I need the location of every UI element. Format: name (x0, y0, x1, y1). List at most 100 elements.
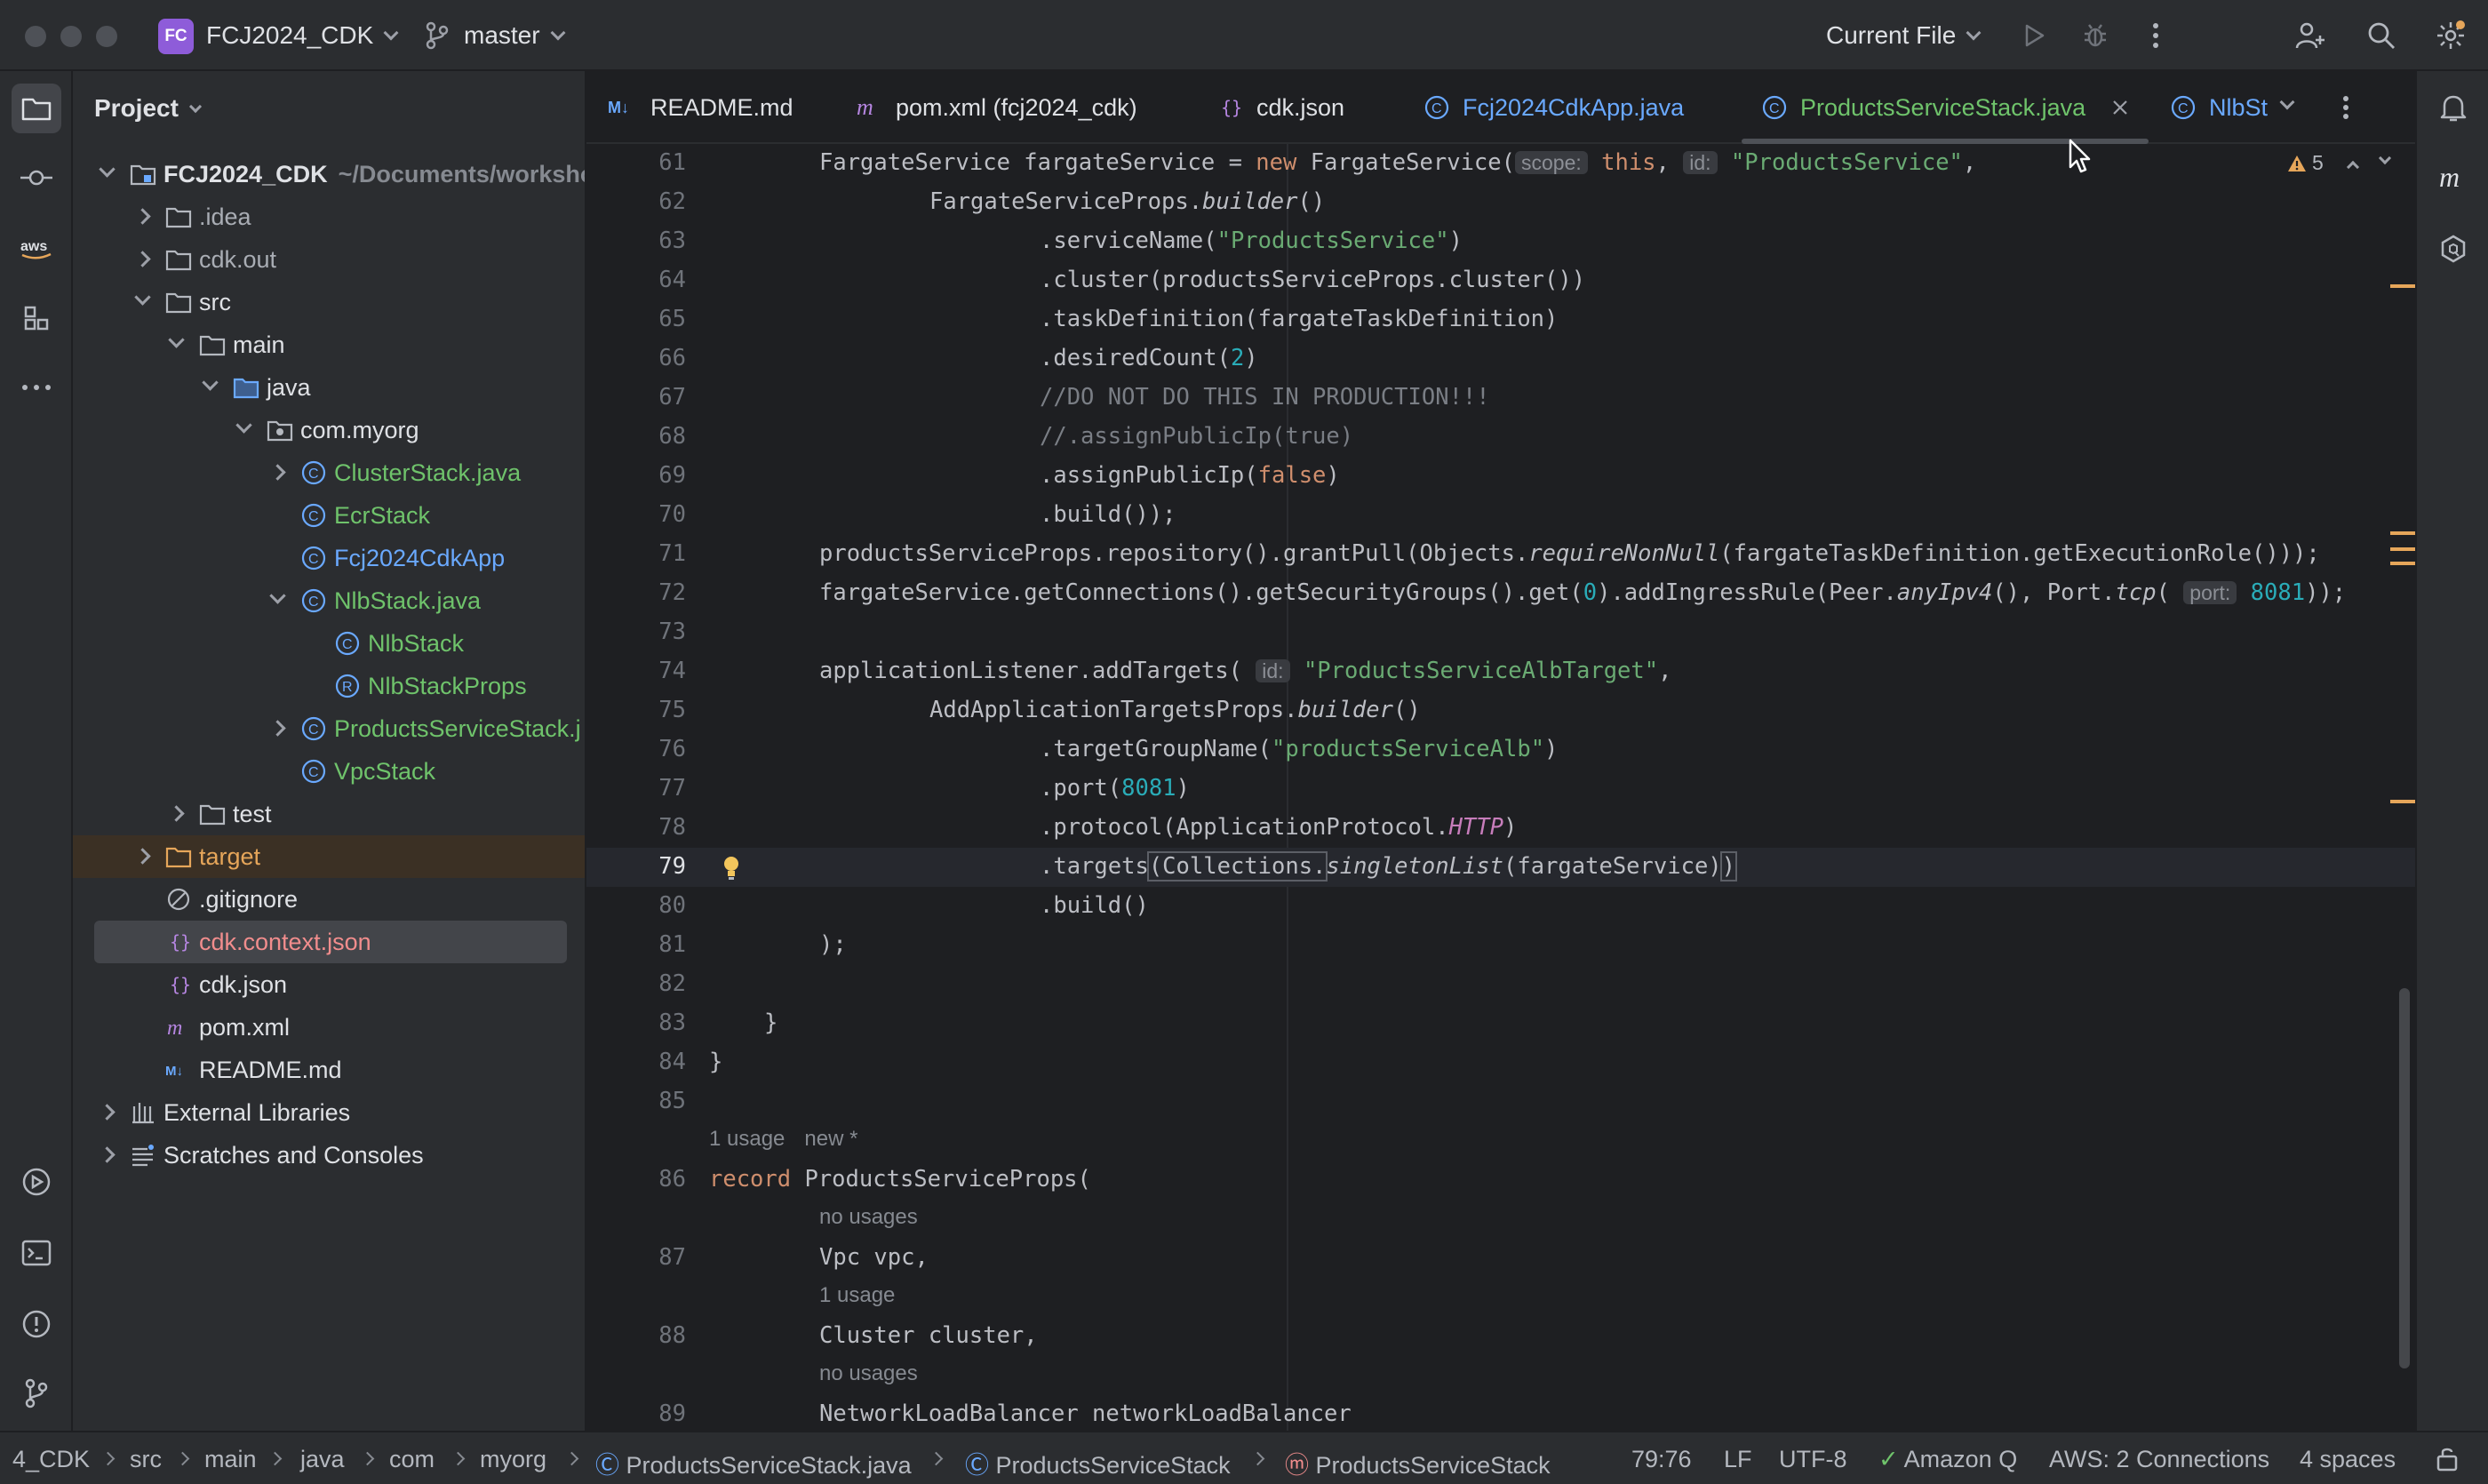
maven-tool-button[interactable]: m (2428, 153, 2478, 203)
breadcrumb-method[interactable]: ⓜ ProductsServiceStack (1285, 1446, 1551, 1480)
code-line[interactable]: 77 .port(8081) (586, 770, 2415, 809)
breadcrumb-item[interactable]: com (389, 1446, 435, 1473)
breadcrumb-item[interactable]: 4_CDK (12, 1446, 90, 1473)
project-tool-button[interactable] (12, 84, 61, 133)
minimize-window-button[interactable] (60, 26, 82, 47)
tree-item-cdk-out[interactable]: cdk.out (73, 238, 585, 281)
run-config-selector[interactable]: Current File (1826, 21, 1982, 50)
lock-icon[interactable] (2435, 1445, 2460, 1478)
code-line[interactable]: 83} (586, 1004, 2415, 1043)
code-line[interactable]: 68//.assignPublicIp(true) (586, 418, 2415, 457)
close-tab-icon[interactable] (2112, 100, 2128, 116)
code-line[interactable]: 87 Vpc vpc, (586, 1239, 2415, 1278)
usage-hint[interactable]: no usages (819, 1205, 918, 1230)
close-window-button[interactable] (25, 26, 46, 47)
tree-item-nlbstack[interactable]: C NlbStack (73, 622, 585, 665)
tree-item-external-libraries[interactable]: External Libraries (73, 1091, 585, 1134)
tab-readme[interactable]: M↓ README.md (608, 71, 793, 144)
problems-tool-button[interactable] (12, 1299, 61, 1349)
tree-item-test[interactable]: test (73, 793, 585, 835)
code-line[interactable]: 64 .cluster(productsServiceProps.cluster(… (586, 261, 2415, 300)
usage-hint[interactable]: 1 usage (819, 1283, 895, 1308)
tab-fcj2024cdkapp[interactable]: C Fcj2024CdkApp.java (1423, 71, 1684, 144)
tree-item-vpcstack[interactable]: C VpcStack (73, 750, 585, 793)
vertical-scrollbar[interactable] (2399, 988, 2410, 1368)
settings-gear-icon[interactable] (2431, 16, 2470, 55)
usage-hint[interactable]: no usages (819, 1361, 918, 1386)
branch-switcher[interactable]: master (464, 21, 566, 50)
code-line[interactable]: 72 fargateService.getConnections().getSec… (586, 574, 2415, 613)
code-line[interactable]: 76 .targetGroupName("productsServiceAlb") (586, 730, 2415, 770)
tree-item-package[interactable]: com.myorg (73, 409, 585, 451)
services-tool-button[interactable] (12, 1157, 61, 1207)
warning-stripe-mark[interactable] (2390, 547, 2415, 551)
commit-tool-button[interactable] (12, 153, 61, 203)
breadcrumb-file[interactable]: Ⓒ ProductsServiceStack.java (595, 1446, 912, 1480)
add-user-icon[interactable] (2291, 16, 2330, 55)
tree-item-ecrstack[interactable]: C EcrStack (73, 494, 585, 537)
tree-item-main[interactable]: main (73, 323, 585, 366)
amazon-q-button[interactable] (2428, 224, 2478, 274)
code-line[interactable]: 86 record ProductsServiceProps( (586, 1161, 2415, 1200)
code-line[interactable]: 63 .serviceName("ProductsService") (586, 222, 2415, 261)
tree-item-cdk-context-json[interactable]: {} cdk.context.json (94, 921, 567, 963)
tab-list-dropdown[interactable] (2279, 71, 2295, 144)
breadcrumb-item[interactable]: main (204, 1446, 257, 1473)
code-line[interactable]: 69 .assignPublicIp(false) (586, 457, 2415, 496)
tab-pom-xml[interactable]: m pom.xml (fcj2024_cdk) (857, 71, 1137, 144)
breadcrumb-item[interactable]: myorg (480, 1446, 546, 1473)
tree-item-nlbstackprops[interactable]: R NlbStackProps (73, 665, 585, 707)
tab-nlbstack[interactable]: C NlbStacl (2170, 71, 2268, 144)
notifications-button[interactable] (2428, 84, 2478, 133)
tree-item-clusterstack[interactable]: C ClusterStack.java (73, 451, 585, 494)
breadcrumb-item[interactable]: src (130, 1446, 162, 1473)
tree-item-nlbstack-java[interactable]: C NlbStack.java (73, 579, 585, 622)
breadcrumb-item[interactable]: java (300, 1446, 345, 1473)
tree-item-target[interactable]: target (73, 835, 585, 878)
amazon-q-status[interactable]: ✓ Amazon Q (1878, 1446, 2017, 1473)
tree-item-gitignore[interactable]: .gitignore (73, 878, 585, 921)
code-area[interactable]: 5 61 FargateService fargateService = new … (586, 144, 2415, 1431)
warning-stripe-mark[interactable] (2390, 800, 2415, 803)
code-line[interactable]: 67//DO NOT DO THIS IN PRODUCTION!!! (586, 379, 2415, 418)
aws-connections[interactable]: AWS: 2 Connections (2049, 1446, 2269, 1473)
code-line[interactable]: 74 applicationListener.addTargets( id: "P… (586, 652, 2415, 691)
tree-item-readme[interactable]: M↓ README.md (73, 1049, 585, 1091)
tree-item-cdk-json[interactable]: {} cdk.json (73, 963, 585, 1006)
git-tool-button[interactable] (12, 1368, 61, 1418)
code-line[interactable]: 66 .desiredCount(2) (586, 339, 2415, 379)
more-tools-button[interactable] (12, 363, 61, 412)
tree-item-java[interactable]: java (73, 366, 585, 409)
tree-item-fcj2024cdkapp[interactable]: C Fcj2024CdkApp (73, 537, 585, 579)
code-line[interactable]: 65 .taskDefinition(fargateTaskDefinition) (586, 300, 2415, 339)
tree-item-pom-xml[interactable]: m pom.xml (73, 1006, 585, 1049)
zoom-window-button[interactable] (96, 26, 117, 47)
code-line[interactable]: 89 NetworkLoadBalancer networkLoadBalance… (586, 1395, 2415, 1431)
file-encoding[interactable]: UTF-8 (1779, 1446, 1847, 1473)
aws-toolkit-button[interactable]: aws (12, 224, 61, 274)
structure-tool-button[interactable] (12, 293, 61, 343)
breadcrumb-class[interactable]: Ⓒ ProductsServiceStack (965, 1446, 1231, 1480)
project-panel-title[interactable]: Project (94, 94, 203, 123)
code-line[interactable]: 81); (586, 926, 2415, 965)
indent-setting[interactable]: 4 spaces (2300, 1446, 2396, 1473)
more-actions-icon[interactable] (2136, 16, 2175, 55)
line-separator[interactable]: LF (1724, 1446, 1752, 1473)
tree-item-productsservicestack[interactable]: C ProductsServiceStack.j (73, 707, 585, 750)
code-line[interactable]: 78 .protocol(ApplicationProtocol.HTTP) (586, 809, 2415, 848)
code-line[interactable]: 84} (586, 1043, 2415, 1082)
search-icon[interactable] (2362, 16, 2401, 55)
tab-cdk-json[interactable]: {} cdk.json (1219, 71, 1344, 144)
tree-item-scratches[interactable]: Scratches and Consoles (73, 1134, 585, 1177)
warning-stripe-mark[interactable] (2390, 531, 2415, 535)
caret-position[interactable]: 79:76 (1631, 1446, 1692, 1473)
project-switcher[interactable]: FCJ2024_CDK (206, 21, 399, 50)
code-line[interactable]: 71 productsServiceProps.repository().gran… (586, 535, 2415, 574)
warning-stripe-mark[interactable] (2390, 562, 2415, 565)
tree-item-src[interactable]: src (73, 281, 585, 323)
code-line[interactable]: 73 (586, 613, 2415, 652)
code-line[interactable]: 75 AddApplicationTargetsProps.builder() (586, 691, 2415, 730)
terminal-tool-button[interactable] (12, 1228, 61, 1278)
code-line-current[interactable]: 79 .targets(Collections.singletonList(fa… (586, 848, 2415, 887)
project-badge[interactable]: FC (158, 19, 194, 54)
